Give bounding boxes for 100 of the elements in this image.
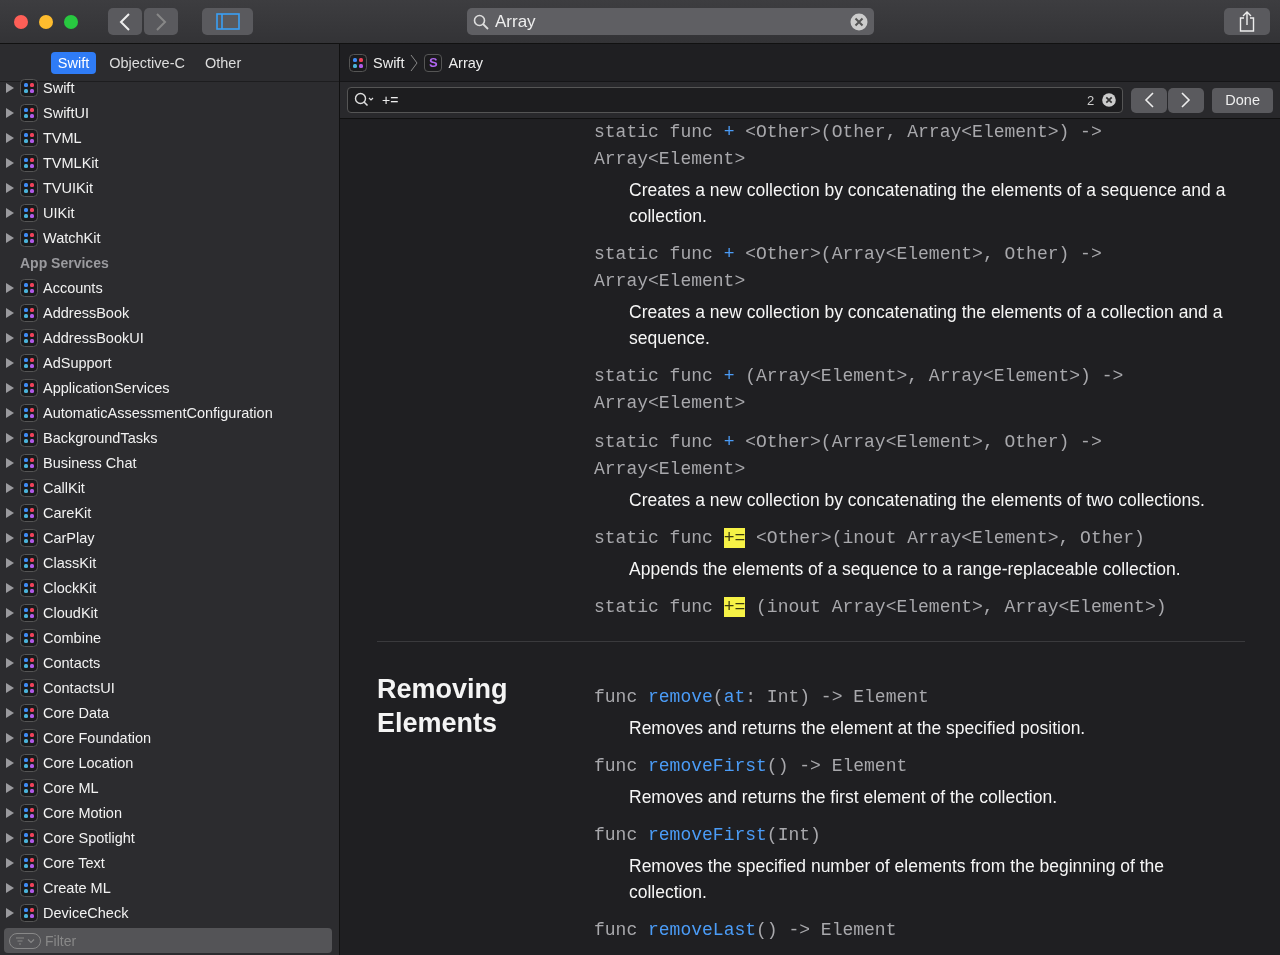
framework-icon [20,903,38,922]
sidebar-item[interactable]: Core Location [43,754,134,771]
sidebar-item[interactable]: BackgroundTasks [43,429,158,446]
expand-triangle-icon[interactable] [5,457,15,468]
code-declaration[interactable]: func remove(at: Int) -> Element [594,684,1194,711]
sidebar-item[interactable]: Core Spotlight [43,829,135,846]
expand-triangle-icon[interactable] [5,182,15,193]
expand-triangle-icon[interactable] [5,307,15,318]
code-declaration[interactable]: static func += <Other>(inout Array<Element>, Other) [594,525,1194,552]
sidebar-item[interactable]: ContactsUI [43,679,115,696]
code-declaration[interactable]: func removeFirst() -> Element [594,753,1194,780]
expand-triangle-icon[interactable] [5,407,15,418]
expand-triangle-icon[interactable] [5,907,15,918]
expand-triangle-icon[interactable] [5,532,15,543]
sidebar-item[interactable]: CallKit [43,479,85,496]
minimize-button[interactable] [39,14,53,29]
expand-triangle-icon[interactable] [5,132,15,143]
sidebar-item[interactable]: WatchKit [43,229,101,246]
expand-triangle-icon[interactable] [5,507,15,518]
expand-triangle-icon[interactable] [5,82,15,93]
sidebar-item[interactable]: CarPlay [43,529,95,546]
sidebar-item[interactable]: DeviceCheck [43,904,129,921]
sidebar-item[interactable]: ClockKit [43,579,97,596]
expand-triangle-icon[interactable] [5,432,15,443]
sidebar-item[interactable]: Combine [43,629,102,646]
expand-triangle-icon[interactable] [5,707,15,718]
language-tab[interactable]: Objective-C [102,51,192,74]
language-tab[interactable]: Swift [50,51,97,74]
expand-triangle-icon[interactable] [5,157,15,168]
sidebar-item[interactable]: Core Foundation [43,729,151,746]
sidebar-item[interactable]: Business Chat [43,454,137,471]
sidebar-item[interactable]: Core Motion [43,804,122,821]
sidebar-item[interactable]: UIKit [43,204,75,221]
code-declaration[interactable]: func removeFirst(Int) [594,822,1194,849]
clear-icon[interactable] [850,12,868,31]
sidebar-item[interactable]: TVMLKit [43,154,99,171]
breadcrumb-item[interactable]: Array [448,54,484,71]
sidebar-item[interactable]: ApplicationServices [43,379,170,396]
expand-triangle-icon[interactable] [5,782,15,793]
sidebar-item[interactable]: AdSupport [43,354,112,371]
declaration-description: Creates a new collection by concatenating the elements of a sequence and a collection. [629,179,1227,228]
sidebar-item[interactable]: Core Text [43,854,105,871]
expand-triangle-icon[interactable] [5,107,15,118]
find-field[interactable]: += 2 [347,87,1124,113]
expand-triangle-icon[interactable] [5,882,15,893]
sidebar-item[interactable]: CareKit [43,504,92,521]
code-declaration[interactable]: static func + <Other>(Array<Element>, Other) -> Array<Element> [594,241,1194,295]
expand-triangle-icon[interactable] [5,632,15,643]
expand-triangle-icon[interactable] [5,832,15,843]
framework-icon [20,503,38,522]
sidebar-item[interactable]: Core ML [43,779,99,796]
sidebar-item[interactable]: AddressBook [43,304,130,321]
sidebar-item[interactable]: SwiftUI [43,104,89,121]
close-button[interactable] [14,14,28,29]
zoom-button[interactable] [64,14,78,29]
sidebar-item[interactable]: Accounts [43,279,103,296]
back-button[interactable] [108,8,142,35]
expand-triangle-icon[interactable] [5,607,15,618]
sidebar-toggle-button[interactable] [202,8,253,35]
sidebar-item[interactable]: AutomaticAssessmentConfiguration [43,404,273,421]
breadcrumb-item[interactable]: Swift [373,54,405,71]
expand-triangle-icon[interactable] [5,482,15,493]
sidebar-item[interactable]: TVUIKit [43,179,93,196]
expand-triangle-icon[interactable] [5,382,15,393]
search-field[interactable]: Array [467,8,874,35]
expand-triangle-icon[interactable] [5,807,15,818]
expand-triangle-icon[interactable] [5,232,15,243]
expand-triangle-icon[interactable] [5,357,15,368]
code-declaration[interactable]: static func + <Other>(Other, Array<Element>) -> Array<Element> [594,119,1194,173]
sidebar-item[interactable]: Create ML [43,879,111,896]
expand-triangle-icon[interactable] [5,332,15,343]
language-tab[interactable]: Other [197,51,249,74]
done-button[interactable]: Done [1212,87,1273,113]
code-declaration[interactable]: func removeLast() -> Element [594,917,1194,944]
next-match-button[interactable] [1168,87,1205,113]
expand-triangle-icon[interactable] [5,207,15,218]
previous-match-button[interactable] [1131,87,1168,113]
expand-triangle-icon[interactable] [5,557,15,568]
sidebar-item[interactable]: Core Data [43,704,110,721]
expand-triangle-icon[interactable] [5,657,15,668]
sidebar-item[interactable]: Swift [43,79,75,96]
code-declaration[interactable]: static func += (inout Array<Element>, Array<Element>) [594,594,1194,621]
sidebar-item[interactable]: AddressBookUI [43,329,144,346]
sidebar-item[interactable]: CloudKit [43,604,98,621]
expand-triangle-icon[interactable] [5,732,15,743]
expand-triangle-icon[interactable] [5,857,15,868]
clear-icon[interactable] [1102,93,1117,107]
expand-triangle-icon[interactable] [5,582,15,593]
code-declaration[interactable]: static func + (Array<Element>, Array<Element>) -> Array<Element> [594,363,1194,417]
code-declaration[interactable]: static func + <Other>(Array<Element>, Other) -> Array<Element> [594,429,1194,483]
find-input[interactable]: += [382,92,1080,108]
share-button[interactable] [1224,8,1270,35]
expand-triangle-icon[interactable] [5,282,15,293]
sidebar-item[interactable]: ClassKit [43,554,97,571]
expand-triangle-icon[interactable] [5,682,15,693]
sidebar-item[interactable]: Contacts [43,654,101,671]
sidebar-item[interactable]: TVML [43,129,82,146]
expand-triangle-icon[interactable] [5,757,15,768]
search-input[interactable]: Array [495,11,844,32]
framework-icon [20,753,38,772]
